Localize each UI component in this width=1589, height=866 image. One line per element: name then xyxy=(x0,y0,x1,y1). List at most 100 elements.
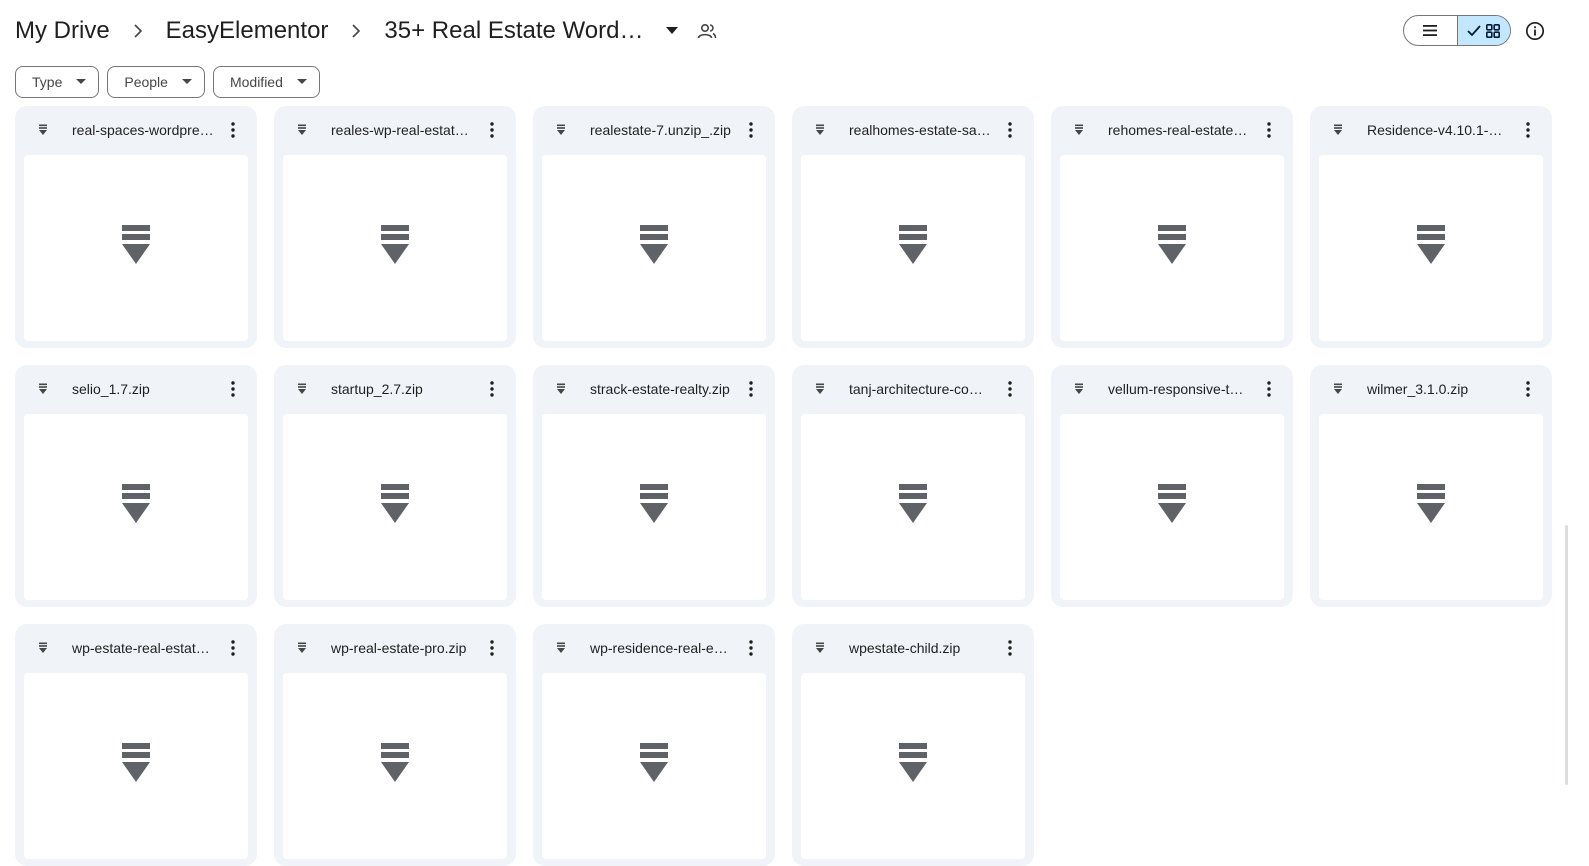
file-thumbnail[interactable] xyxy=(1319,414,1543,600)
file-card[interactable]: wp-residence-real-estate.zip xyxy=(533,624,775,866)
breadcrumb-current-folder[interactable]: 35+ Real Estate WordPr... xyxy=(384,14,654,48)
info-icon xyxy=(1525,21,1545,41)
zip-file-icon xyxy=(121,483,151,531)
file-card[interactable]: realhomes-estate-sale-rental.zip xyxy=(792,106,1034,348)
zip-file-icon xyxy=(293,380,311,398)
file-card-header: wp-estate-real-estate.zip xyxy=(15,624,257,672)
zip-file-icon xyxy=(1329,121,1347,139)
zip-file-icon xyxy=(552,639,570,657)
filter-chip-label: Type xyxy=(32,74,63,90)
file-thumbnail[interactable] xyxy=(542,414,766,600)
file-card[interactable]: selio_1.7.zip xyxy=(15,365,257,607)
file-thumbnail[interactable] xyxy=(283,155,507,341)
file-card-header: strack-estate-realty.zip xyxy=(533,365,775,413)
more-vert-icon[interactable] xyxy=(1514,116,1542,144)
file-thumbnail[interactable] xyxy=(24,155,248,341)
zip-file-icon xyxy=(34,121,52,139)
file-card[interactable]: tanj-architecture-company.zip xyxy=(792,365,1034,607)
zip-file-icon xyxy=(121,224,151,272)
caret-down-icon xyxy=(296,77,307,87)
breadcrumb-item-my-drive[interactable]: My Drive xyxy=(15,14,110,48)
file-card-header: Residence-v4.10.1-Property.zip xyxy=(1310,106,1552,154)
caret-down-icon xyxy=(181,77,192,87)
file-card[interactable]: realestate-7.unzip_.zip xyxy=(533,106,775,348)
file-card[interactable]: strack-estate-realty.zip xyxy=(533,365,775,607)
more-vert-icon[interactable] xyxy=(478,634,506,662)
file-thumbnail[interactable] xyxy=(801,155,1025,341)
info-button[interactable] xyxy=(1521,17,1549,45)
file-thumbnail[interactable] xyxy=(801,414,1025,600)
file-card[interactable]: wilmer_3.1.0.zip xyxy=(1310,365,1552,607)
more-vert-icon[interactable] xyxy=(996,116,1024,144)
zip-file-icon xyxy=(811,639,829,657)
list-view-icon xyxy=(1423,25,1438,36)
file-card[interactable]: wpestate-child.zip xyxy=(792,624,1034,866)
scrollbar[interactable] xyxy=(1565,525,1568,785)
file-name: wilmer_3.1.0.zip xyxy=(1367,381,1469,397)
more-vert-icon[interactable] xyxy=(737,116,765,144)
filter-chip-type[interactable]: Type xyxy=(15,66,100,98)
grid-view-button[interactable] xyxy=(1456,16,1510,45)
zip-file-icon xyxy=(639,742,669,790)
file-card[interactable]: real-spaces-wordpress-theme.zip xyxy=(15,106,257,348)
file-card-header: reales-wp-real-estate-theme.zip xyxy=(274,106,516,154)
zip-file-icon xyxy=(293,639,311,657)
more-vert-icon[interactable] xyxy=(1514,375,1542,403)
file-name: realhomes-estate-sale-rental.zip xyxy=(849,122,992,138)
file-thumbnail[interactable] xyxy=(801,673,1025,859)
more-vert-icon[interactable] xyxy=(737,375,765,403)
file-card[interactable]: startup_2.7.zip xyxy=(274,365,516,607)
zip-file-icon xyxy=(639,224,669,272)
file-card-header: wpestate-child.zip xyxy=(792,624,1034,672)
file-thumbnail[interactable] xyxy=(1060,155,1284,341)
more-vert-icon[interactable] xyxy=(996,375,1024,403)
zip-file-icon xyxy=(639,483,669,531)
file-name: vellum-responsive-theme.zip xyxy=(1108,381,1251,397)
zip-file-icon xyxy=(898,742,928,790)
breadcrumb-item-easyelementor[interactable]: EasyElementor xyxy=(166,14,329,48)
caret-down-icon xyxy=(76,77,87,87)
shared-people-icon[interactable] xyxy=(692,16,722,46)
more-vert-icon[interactable] xyxy=(478,375,506,403)
file-thumbnail[interactable] xyxy=(283,414,507,600)
file-card[interactable]: rehomes-real-estate-group.zip xyxy=(1051,106,1293,348)
file-name: tanj-architecture-company.zip xyxy=(849,381,992,397)
file-card[interactable]: Residence-v4.10.1-Property.zip xyxy=(1310,106,1552,348)
file-thumbnail[interactable] xyxy=(1319,155,1543,341)
filter-chip-people[interactable]: People xyxy=(107,66,205,98)
file-card[interactable]: wp-real-estate-pro.zip xyxy=(274,624,516,866)
zip-file-icon xyxy=(1070,380,1088,398)
filter-bar: Type People Modified xyxy=(15,66,320,98)
more-vert-icon[interactable] xyxy=(219,116,247,144)
more-vert-icon[interactable] xyxy=(737,634,765,662)
zip-file-icon xyxy=(898,483,928,531)
file-thumbnail[interactable] xyxy=(1060,414,1284,600)
caret-down-icon[interactable] xyxy=(654,16,690,46)
zip-file-icon xyxy=(1329,380,1347,398)
file-card[interactable]: vellum-responsive-theme.zip xyxy=(1051,365,1293,607)
more-vert-icon[interactable] xyxy=(219,634,247,662)
filter-chip-modified[interactable]: Modified xyxy=(212,66,320,98)
file-name: startup_2.7.zip xyxy=(331,381,423,397)
zip-file-icon xyxy=(1416,224,1446,272)
more-vert-icon[interactable] xyxy=(219,375,247,403)
file-card[interactable]: wp-estate-real-estate.zip xyxy=(15,624,257,866)
more-vert-icon[interactable] xyxy=(478,116,506,144)
zip-file-icon xyxy=(552,380,570,398)
file-card[interactable]: reales-wp-real-estate-theme.zip xyxy=(274,106,516,348)
file-thumbnail[interactable] xyxy=(283,673,507,859)
file-thumbnail[interactable] xyxy=(24,673,248,859)
more-vert-icon[interactable] xyxy=(1255,116,1283,144)
more-vert-icon[interactable] xyxy=(1255,375,1283,403)
file-name: wp-residence-real-estate.zip xyxy=(590,640,733,656)
file-thumbnail[interactable] xyxy=(542,673,766,859)
file-thumbnail[interactable] xyxy=(542,155,766,341)
file-thumbnail[interactable] xyxy=(24,414,248,600)
zip-file-icon xyxy=(121,742,151,790)
more-vert-icon[interactable] xyxy=(996,634,1024,662)
list-view-button[interactable] xyxy=(1404,16,1457,45)
grid-view-icon xyxy=(1486,23,1501,38)
file-name: strack-estate-realty.zip xyxy=(590,381,730,397)
file-card-header: vellum-responsive-theme.zip xyxy=(1051,365,1293,413)
file-name: wpestate-child.zip xyxy=(849,640,961,656)
